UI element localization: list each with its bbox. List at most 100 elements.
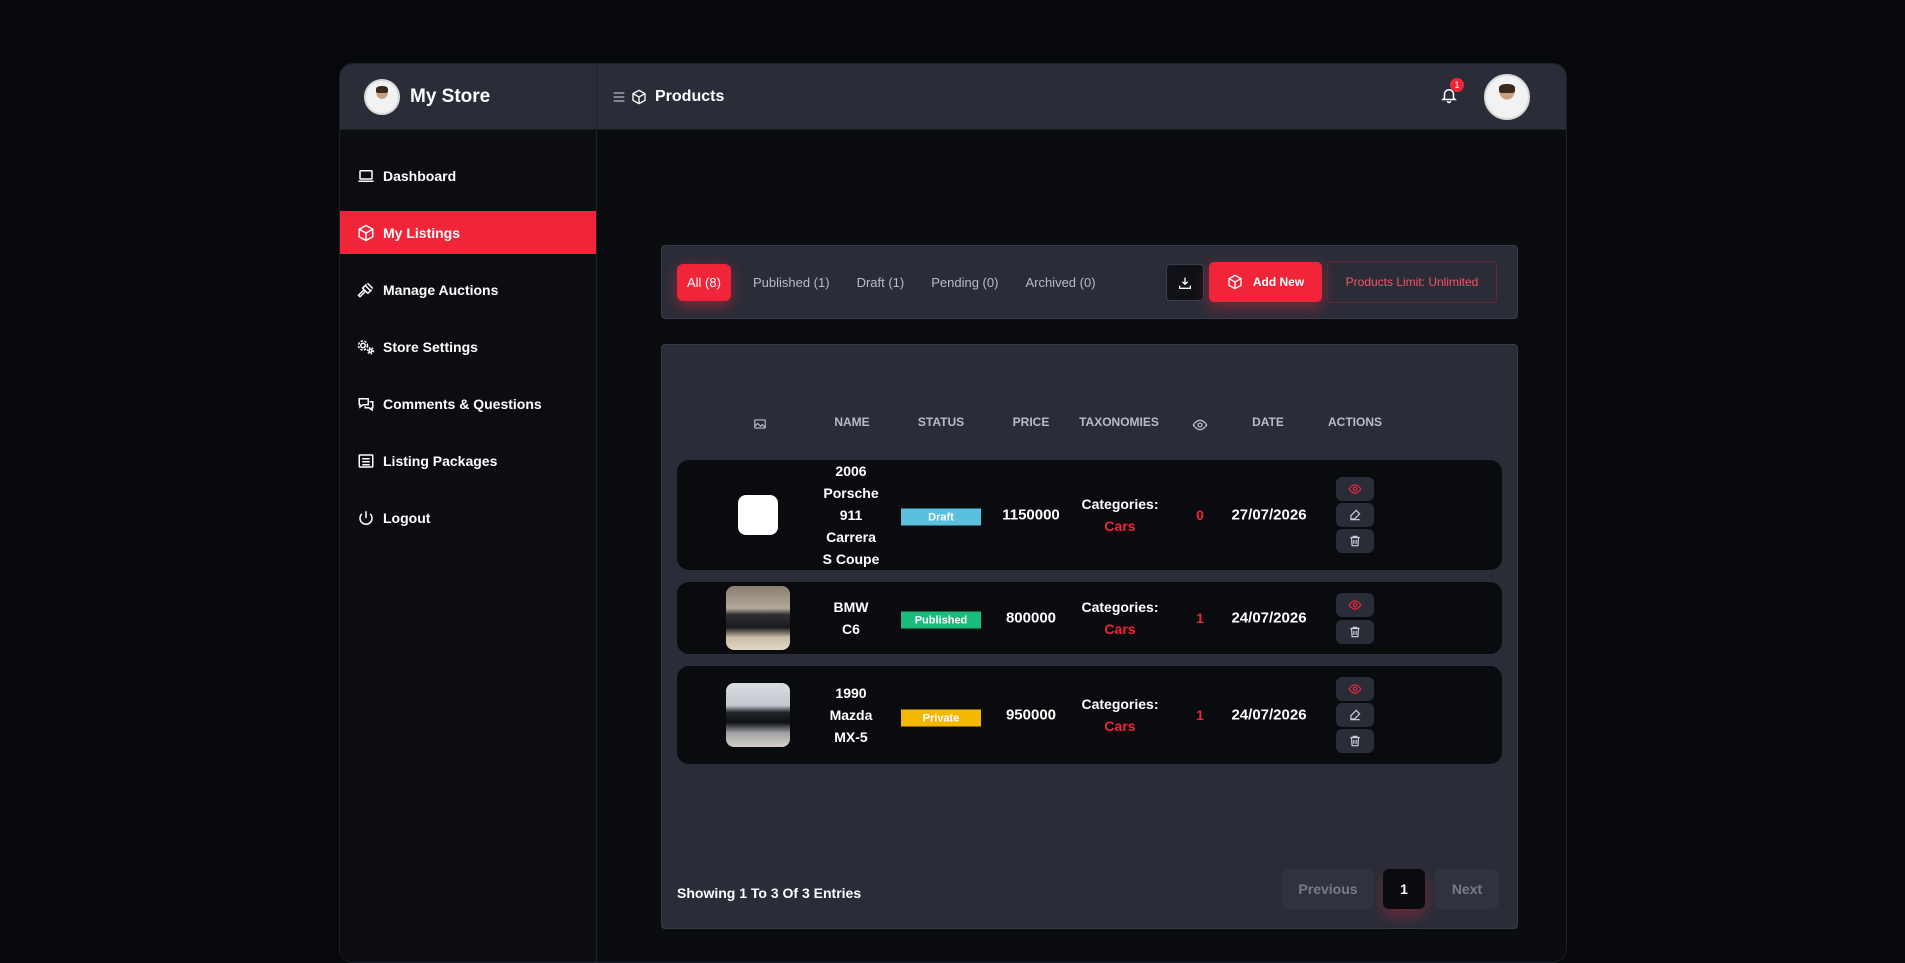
sidebar-item-dashboard[interactable]: Dashboard (340, 154, 596, 197)
brand-name: My Store (410, 85, 491, 107)
sidebar-item-manage-auctions[interactable]: Manage Auctions (340, 268, 596, 311)
comments-icon (358, 397, 374, 411)
table-row[interactable]: BMW C6 Published 800000 Categories: Cars… (677, 582, 1502, 654)
product-date: 27/07/2026 (1231, 506, 1307, 524)
user-avatar[interactable] (1484, 74, 1530, 120)
next-page-button[interactable]: Next (1435, 869, 1499, 909)
tab-all[interactable]: All (8) (677, 263, 731, 301)
sidebar-item-logout[interactable]: Logout (340, 496, 596, 539)
products-table: NAME STATUS PRICE TAXONOMIES DATE ACTION… (661, 344, 1518, 929)
gears-icon (357, 339, 375, 354)
product-price: 800000 (1005, 609, 1057, 627)
product-price: 1150000 (1002, 506, 1060, 524)
sidebar-item-label: Listing Packages (383, 452, 498, 469)
add-new-label: Add New (1252, 275, 1305, 289)
product-name[interactable]: 2006 Porsche 911 Carrera S Coupe (823, 460, 880, 570)
notification-badge: 1 (1450, 78, 1464, 92)
category-link[interactable]: Cars (1081, 515, 1158, 537)
column-header-taxonomies[interactable]: TAXONOMIES (1079, 415, 1159, 429)
product-price: 950000 (1005, 706, 1057, 724)
product-thumbnail (726, 586, 790, 650)
store-avatar (364, 78, 400, 115)
box-icon (1228, 274, 1242, 290)
list-icon (358, 453, 374, 468)
column-header-price[interactable]: PRICE (1013, 415, 1050, 429)
product-date: 24/07/2026 (1231, 609, 1307, 627)
view-button[interactable] (1336, 593, 1374, 617)
sidebar-item-listing-packages[interactable]: Listing Packages (340, 439, 596, 482)
product-name[interactable]: 1990 Mazda MX-5 (830, 682, 873, 748)
eye-icon (1348, 600, 1362, 610)
category-link[interactable]: Cars (1081, 715, 1158, 737)
app-window: My Store Dashboard My Listings Manage Au… (339, 63, 1567, 963)
trash-icon (1350, 535, 1360, 547)
view-button[interactable] (1336, 677, 1374, 701)
tab-draft[interactable]: Draft (1) (847, 264, 915, 301)
tab-pending[interactable]: Pending (0) (921, 264, 1008, 301)
eye-icon (1348, 684, 1362, 694)
delete-button[interactable] (1336, 729, 1374, 753)
product-name[interactable]: BMW C6 (834, 596, 869, 640)
entries-summary: Showing 1 To 3 Of 3 Entries (677, 885, 862, 901)
tab-archived[interactable]: Archived (0) (1015, 264, 1105, 301)
brand: My Store (340, 64, 596, 130)
delete-button[interactable] (1336, 620, 1374, 644)
sidebar-item-label: Dashboard (383, 167, 457, 184)
edit-icon (1350, 709, 1361, 721)
tab-published[interactable]: Published (1) (743, 264, 840, 301)
sidebar-item-label: Logout (383, 509, 431, 526)
sidebar-item-label: Manage Auctions (383, 281, 499, 298)
table-row[interactable]: 2006 Porsche 911 Carrera S Coupe Draft 1… (677, 460, 1502, 570)
sidebar-item-label: Comments & Questions (383, 395, 542, 412)
product-thumbnail-placeholder (738, 495, 778, 535)
download-button[interactable] (1166, 264, 1204, 301)
product-date: 24/07/2026 (1231, 706, 1307, 724)
notifications-button[interactable]: 1 (1440, 78, 1464, 106)
sidebar-item-label: Store Settings (383, 338, 478, 355)
top-bar: Products 1 (597, 64, 1566, 130)
products-limit-badge: Products Limit: Unlimited (1327, 261, 1497, 303)
view-count: 1 (1196, 610, 1204, 626)
box-icon (632, 89, 646, 104)
column-header-actions: ACTIONS (1328, 415, 1382, 429)
sidebar-item-label: My Listings (383, 224, 461, 241)
category-link[interactable]: Cars (1081, 618, 1158, 640)
edit-button[interactable] (1336, 703, 1374, 727)
product-categories: Categories: Cars (1081, 493, 1158, 537)
main-content: All (8) Published (1) Draft (1) Pending … (597, 130, 1566, 962)
product-categories: Categories: Cars (1081, 693, 1158, 737)
page-title: Products (655, 87, 725, 105)
sidebar-item-my-listings[interactable]: My Listings (340, 211, 596, 254)
table-row[interactable]: 1990 Mazda MX-5 Private 950000 Categorie… (677, 666, 1502, 764)
sidebar-item-store-settings[interactable]: Store Settings (340, 325, 596, 368)
status-badge: Draft (901, 508, 981, 526)
previous-page-button[interactable]: Previous (1282, 869, 1374, 909)
sidebar-item-comments[interactable]: Comments & Questions (340, 382, 596, 425)
add-new-button[interactable]: Add New (1209, 262, 1322, 302)
sidebar: My Store Dashboard My Listings Manage Au… (340, 64, 597, 962)
column-header-name[interactable]: NAME (834, 415, 869, 429)
menu-toggle-icon[interactable] (611, 89, 627, 105)
view-count: 1 (1196, 707, 1204, 723)
status-badge: Published (901, 611, 981, 629)
delete-button[interactable] (1336, 529, 1374, 553)
eye-icon (1348, 484, 1362, 494)
column-header-status[interactable]: STATUS (918, 415, 964, 429)
trash-icon (1350, 626, 1360, 638)
product-categories: Categories: Cars (1081, 596, 1158, 640)
box-icon (358, 224, 374, 241)
current-page-button[interactable]: 1 (1383, 869, 1425, 909)
filter-bar: All (8) Published (1) Draft (1) Pending … (661, 245, 1518, 319)
status-badge: Private (901, 709, 981, 727)
column-header-date[interactable]: DATE (1252, 415, 1284, 429)
edit-icon (1350, 509, 1361, 521)
edit-button[interactable] (1336, 503, 1374, 527)
laptop-icon (358, 169, 374, 182)
views-column-icon (1192, 419, 1208, 431)
power-icon (359, 510, 373, 525)
view-count: 0 (1196, 507, 1204, 523)
view-button[interactable] (1336, 477, 1374, 501)
image-column-icon (754, 419, 766, 429)
download-icon (1179, 277, 1191, 289)
trash-icon (1350, 735, 1360, 747)
